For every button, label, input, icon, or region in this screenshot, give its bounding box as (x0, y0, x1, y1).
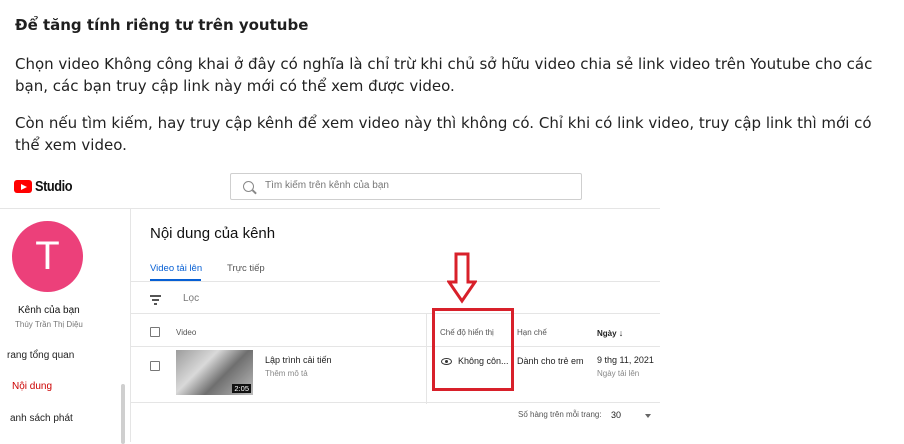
search-placeholder: Tìm kiếm trên kênh của bạn (265, 180, 389, 191)
tab-divider (131, 281, 660, 282)
sidebar-item-dashboard[interactable]: rang tổng quan (7, 350, 74, 361)
highlight-box-annotation (432, 308, 514, 391)
sort-arrow-down-icon: ↓ (618, 328, 624, 338)
upload-date-label: Ngày tải lên (597, 369, 640, 378)
column-header-video: Video (176, 328, 197, 337)
select-all-checkbox[interactable] (150, 327, 160, 337)
avatar[interactable]: T (12, 221, 83, 292)
table-header-divider (131, 346, 660, 347)
sidebar: T Kênh của bạn Thúy Trần Thị Diệu rang t… (0, 209, 131, 444)
page-title: Nội dung của kênh (150, 225, 276, 242)
search-input[interactable]: Tìm kiếm trên kênh của bạn (230, 173, 582, 200)
article-paragraph-2: Còn nếu tìm kiếm, hay truy cập kênh để x… (15, 114, 872, 154)
filter-icon[interactable] (150, 295, 161, 307)
red-arrow-annotation-icon (447, 252, 477, 304)
column-header-restrictions[interactable]: Hạn chế (517, 328, 547, 337)
tab-uploads[interactable]: Video tải lên (150, 263, 202, 274)
studio-screenshot: Studio Tìm kiếm trên kênh của bạn T Kênh… (0, 168, 660, 444)
filter-input[interactable]: Lọc (183, 293, 199, 304)
video-title[interactable]: Lập trình cải tiến (265, 355, 332, 365)
article-title: Để tăng tính riêng tư trên youtube (15, 16, 309, 34)
tab-live[interactable]: Trực tiếp (227, 263, 265, 274)
studio-logo[interactable]: Studio (14, 178, 79, 195)
chevron-down-icon[interactable] (645, 414, 651, 418)
sidebar-scrollbar[interactable] (121, 384, 125, 444)
upload-date: 9 thg 11, 2021 (597, 355, 654, 365)
studio-logo-text: Studio (35, 178, 73, 195)
video-description[interactable]: Thêm mô tả (265, 369, 308, 378)
channel-name: Kênh của bạn (18, 305, 80, 316)
channel-owner: Thúy Trần Thị Diệu (15, 320, 83, 329)
sidebar-item-content[interactable]: Nội dung (12, 381, 52, 392)
sidebar-item-playlists[interactable]: anh sách phát (10, 413, 73, 424)
column-header-date[interactable]: Ngày ↓ (597, 328, 623, 338)
video-duration: 2:05 (232, 384, 251, 393)
youtube-play-icon (14, 180, 32, 193)
row-divider (131, 402, 660, 403)
row-checkbox[interactable] (150, 361, 160, 371)
content-main: Nội dung của kênh Video tải lên Trực tiế… (131, 209, 660, 442)
column-divider (426, 314, 427, 404)
column-header-date-label: Ngày (597, 329, 617, 338)
search-icon (243, 181, 254, 192)
article-paragraph-1: Chọn video Không công khai ở đây có nghĩ… (15, 55, 873, 95)
studio-topbar: Studio Tìm kiếm trên kênh của bạn (0, 168, 660, 209)
rows-per-page-label: Số hàng trên mỗi trang: (518, 410, 602, 419)
video-thumbnail[interactable]: 2:05 (176, 350, 253, 395)
restriction-value: Dành cho trẻ em (517, 356, 584, 366)
rows-per-page-select[interactable]: 30 (611, 410, 621, 420)
filter-divider (131, 313, 660, 314)
